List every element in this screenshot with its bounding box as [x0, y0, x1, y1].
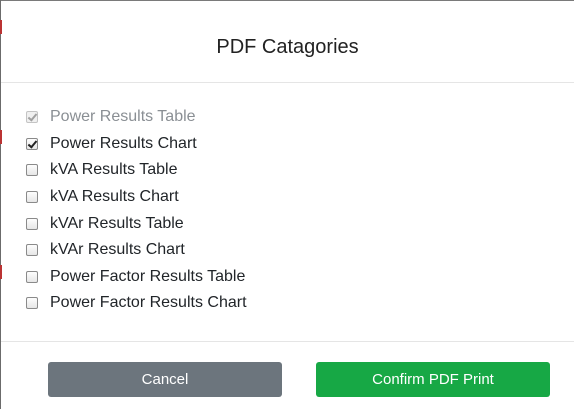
- checkbox-power-factor-results-table[interactable]: [26, 270, 38, 283]
- dialog-footer: Cancel Confirm PDF Print: [1, 341, 574, 409]
- option-power-factor-results-chart[interactable]: Power Factor Results Chart: [24, 290, 524, 317]
- option-label[interactable]: Power Results Chart: [50, 135, 197, 153]
- option-kvar-results-table[interactable]: kVAr Results Table: [24, 210, 524, 237]
- option-kva-results-table[interactable]: kVA Results Table: [24, 157, 524, 184]
- dialog-header: PDF Catagories: [1, 0, 574, 83]
- option-power-factor-results-table[interactable]: Power Factor Results Table: [24, 264, 524, 291]
- option-label: Power Results Table: [50, 108, 196, 126]
- option-kvar-results-chart[interactable]: kVAr Results Chart: [24, 237, 524, 264]
- checkbox-power-factor-results-chart[interactable]: [26, 297, 38, 310]
- option-kva-results-chart[interactable]: kVA Results Chart: [24, 184, 524, 211]
- checkbox-kva-results-table[interactable]: [26, 164, 38, 177]
- option-label[interactable]: kVA Results Table: [50, 161, 177, 179]
- option-label[interactable]: kVA Results Chart: [50, 188, 179, 206]
- checkbox-kva-results-chart[interactable]: [26, 191, 38, 204]
- option-label[interactable]: kVAr Results Table: [50, 215, 184, 233]
- dialog-title: PDF Catagories: [216, 35, 359, 58]
- option-label[interactable]: Power Factor Results Chart: [50, 294, 247, 312]
- checkbox-power-results-chart[interactable]: [26, 137, 38, 150]
- checkbox-power-results-table: [26, 111, 38, 124]
- checkbox-kvar-results-table[interactable]: [26, 217, 38, 230]
- checkbox-kvar-results-chart[interactable]: [26, 244, 38, 257]
- pdf-categories-dialog: PDF Catagories Power Results Table Power…: [0, 0, 574, 409]
- category-options-list: Power Results Table Power Results Chart …: [24, 104, 524, 317]
- option-label[interactable]: kVAr Results Chart: [50, 241, 185, 259]
- background-edge-mark: [0, 130, 2, 144]
- option-power-results-table: Power Results Table: [24, 104, 524, 131]
- confirm-pdf-print-button[interactable]: Confirm PDF Print: [316, 362, 550, 397]
- option-power-results-chart[interactable]: Power Results Chart: [24, 131, 524, 158]
- cancel-button[interactable]: Cancel: [48, 362, 282, 397]
- option-label[interactable]: Power Factor Results Table: [50, 268, 245, 286]
- background-edge-mark: [0, 265, 2, 279]
